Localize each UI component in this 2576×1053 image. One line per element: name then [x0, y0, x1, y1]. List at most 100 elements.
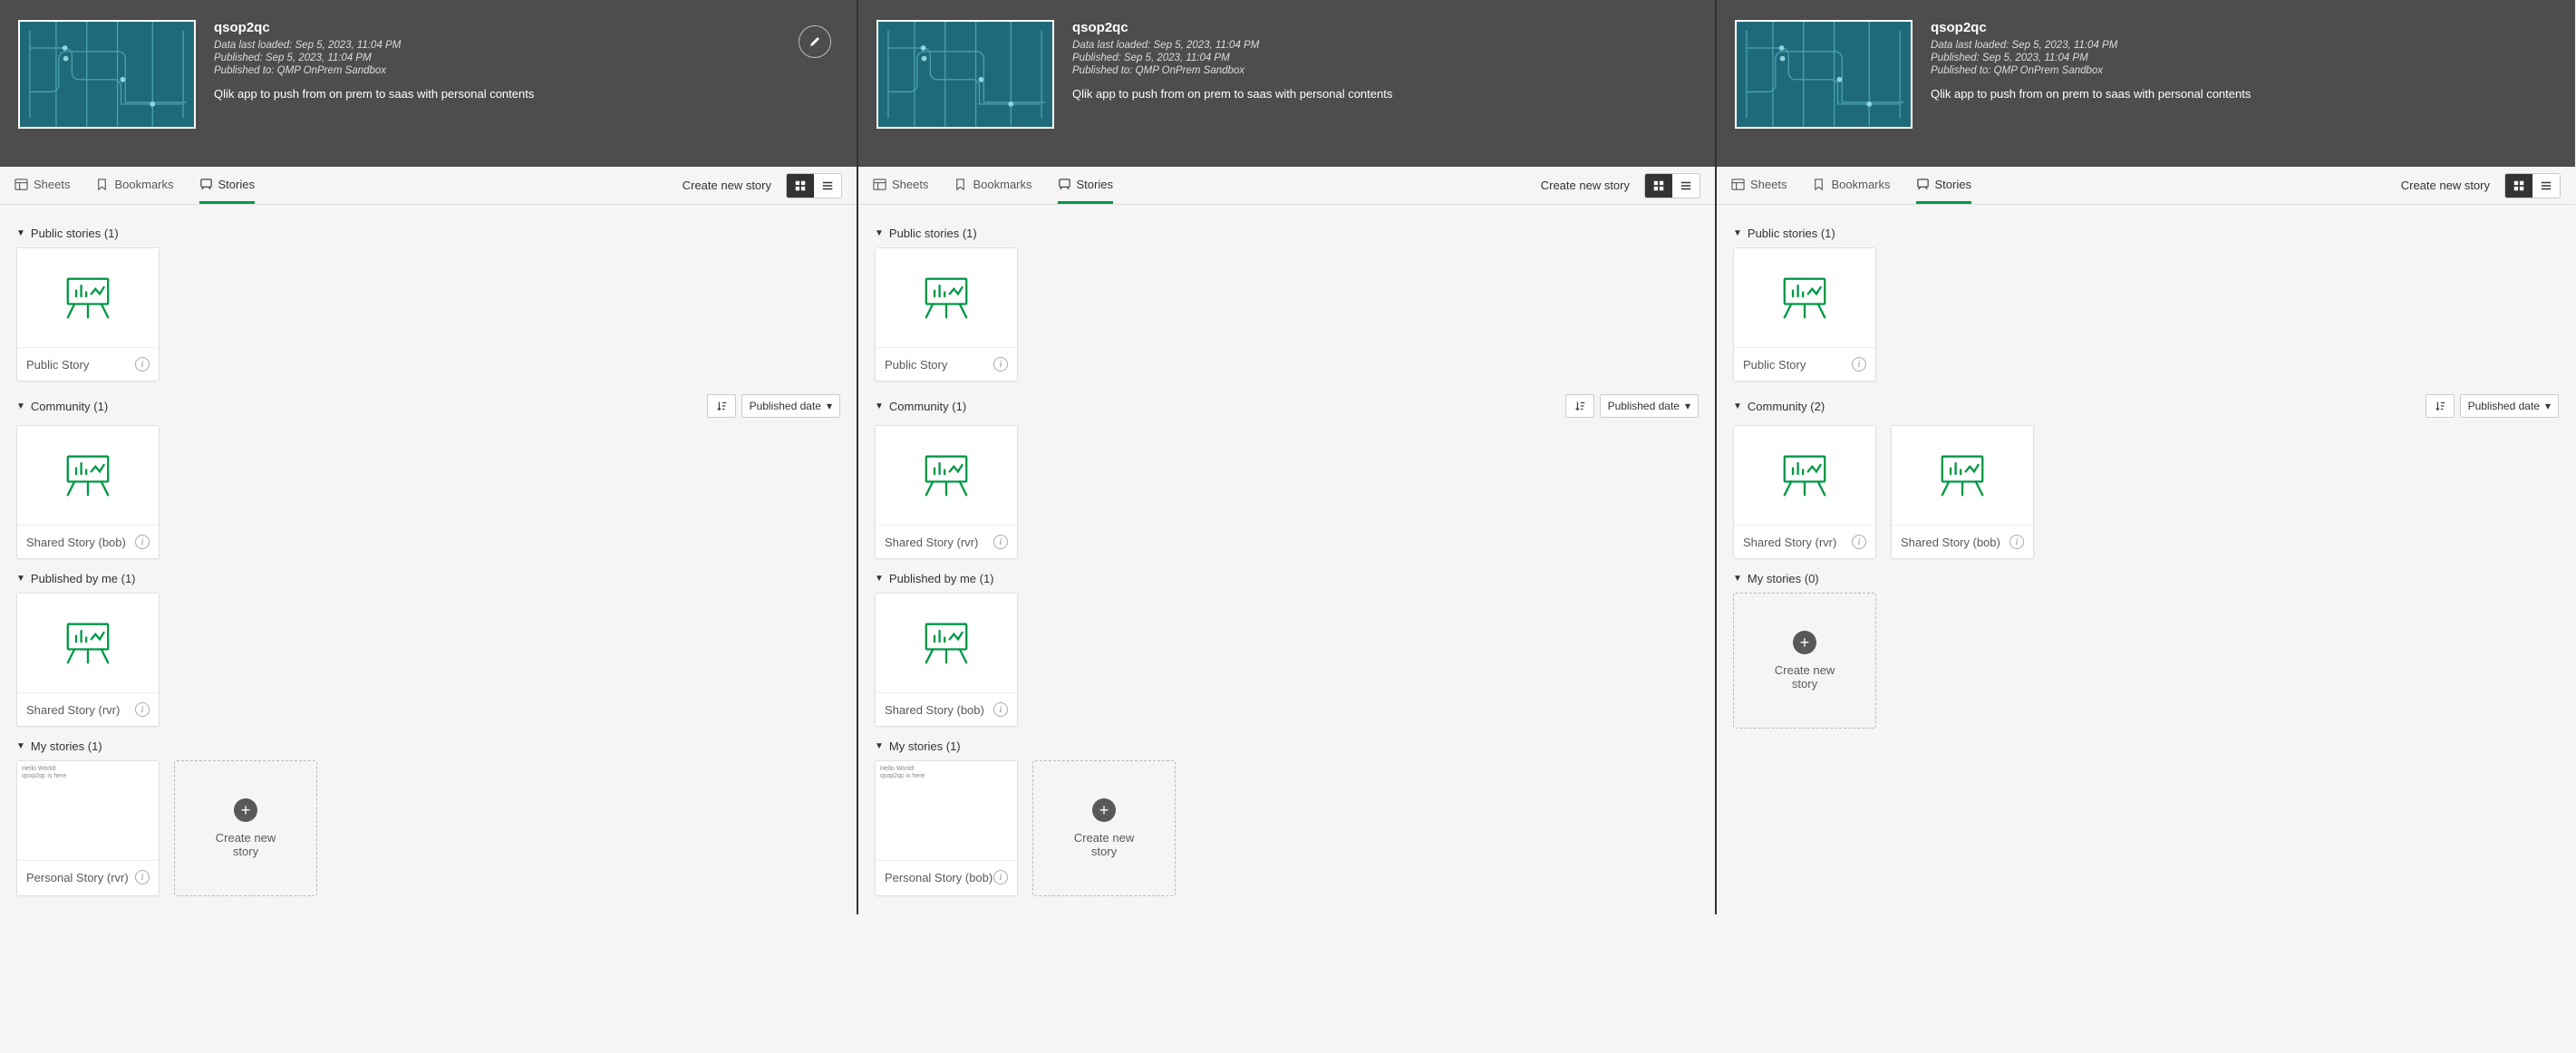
tab-stories[interactable]: Stories — [1916, 167, 1971, 204]
edit-app-button[interactable] — [799, 25, 831, 58]
story-label-row: Public Story i — [876, 348, 1017, 381]
section-header-mine[interactable]: ▼ My stories (1) — [16, 739, 840, 753]
info-icon[interactable]: i — [135, 870, 150, 884]
caret-down-icon: ▼ — [16, 401, 25, 411]
create-story-link[interactable]: Create new story — [2401, 179, 2490, 192]
tab-sheets-label: Sheets — [892, 178, 928, 191]
info-icon[interactable]: i — [993, 702, 1008, 717]
create-story-card[interactable]: + Create new story — [1032, 760, 1176, 896]
section-header-public[interactable]: ▼ Public stories (1) — [1733, 227, 2559, 240]
story-label-row: Shared Story (rvr) i — [876, 526, 1017, 558]
section-cards-mine: + Create new story — [1733, 593, 2559, 729]
caret-down-icon: ▼ — [875, 574, 884, 584]
panel: qsop2qc Data last loaded: Sep 5, 2023, 1… — [0, 0, 858, 914]
story-label-row: Shared Story (bob) i — [876, 693, 1017, 726]
app-meta: qsop2qc Data last loaded: Sep 5, 2023, 1… — [214, 20, 534, 129]
story-card[interactable]: Shared Story (rvr) i — [16, 593, 160, 727]
section-header-mine[interactable]: ▼ My stories (1) — [875, 739, 1699, 753]
app-meta: qsop2qc Data last loaded: Sep 5, 2023, 1… — [1072, 20, 1392, 129]
tab-sheets[interactable]: Sheets — [15, 167, 70, 204]
view-list-button[interactable] — [2532, 174, 2560, 198]
sort-direction-button[interactable] — [1565, 394, 1594, 418]
tab-sheets[interactable]: Sheets — [873, 167, 928, 204]
tab-stories[interactable]: Stories — [1058, 167, 1113, 204]
info-icon[interactable]: i — [1852, 357, 1866, 372]
sort-icon — [2434, 400, 2446, 412]
story-card[interactable]: Public Story i — [875, 247, 1018, 382]
caret-down-icon: ▼ — [16, 574, 25, 584]
sheets-icon — [15, 178, 28, 191]
story-label: Public Story — [1743, 358, 1806, 372]
story-card[interactable]: Shared Story (bob) i — [16, 425, 160, 559]
section-cards-mine: Hello World!qsop2qc is here Personal Sto… — [16, 760, 840, 896]
sort-field-dropdown[interactable]: Published date ▾ — [2460, 394, 2559, 418]
info-icon[interactable]: i — [2009, 535, 2024, 549]
section-header-mine[interactable]: ▼ My stories (0) — [1733, 572, 2559, 585]
view-list-button[interactable] — [1672, 174, 1700, 198]
info-icon[interactable]: i — [993, 357, 1008, 372]
sort-field-dropdown[interactable]: Published date ▾ — [741, 394, 840, 418]
tab-sheets-label: Sheets — [34, 178, 70, 191]
app-meta: qsop2qc Data last loaded: Sep 5, 2023, 1… — [1931, 20, 2251, 129]
sort-direction-button[interactable] — [2426, 394, 2455, 418]
sort-field-dropdown[interactable]: Published date ▾ — [1600, 394, 1699, 418]
story-card[interactable]: Public Story i — [16, 247, 160, 382]
story-card[interactable]: Shared Story (rvr) i — [1733, 425, 1876, 559]
section-header-byme[interactable]: ▼ Published by me (1) — [875, 572, 1699, 585]
create-story-link[interactable]: Create new story — [1541, 179, 1630, 192]
grid-icon — [2513, 179, 2525, 192]
story-label: Shared Story (bob) — [26, 536, 126, 549]
app-loaded: Data last loaded: Sep 5, 2023, 11:04 PM — [1072, 40, 1392, 51]
section-header-community[interactable]: ▼ Community (1) Published date ▾ — [16, 394, 840, 418]
easel-icon — [1937, 453, 1988, 498]
view-grid-button[interactable] — [787, 174, 814, 198]
caret-down-icon: ▼ — [16, 228, 25, 238]
bookmark-icon — [95, 178, 109, 191]
view-list-button[interactable] — [814, 174, 841, 198]
story-card[interactable]: Shared Story (bob) i — [1891, 425, 2034, 559]
info-icon[interactable]: i — [135, 702, 150, 717]
caret-down-icon: ▼ — [1733, 228, 1742, 238]
view-grid-button[interactable] — [2505, 174, 2532, 198]
content: ▼ Public stories (1) Public Story i ▼ Co… — [858, 205, 1715, 914]
section-title: My stories (1) — [31, 739, 102, 753]
section-header-community[interactable]: ▼ Community (1) Published date ▾ — [875, 394, 1699, 418]
create-story-card[interactable]: + Create new story — [174, 760, 317, 896]
story-card[interactable]: Shared Story (rvr) i — [875, 425, 1018, 559]
info-icon[interactable]: i — [135, 535, 150, 549]
create-story-card[interactable]: + Create new story — [1733, 593, 1876, 729]
tab-stories[interactable]: Stories — [199, 167, 255, 204]
story-card[interactable]: Hello World!qsop2qc is here Personal Sto… — [875, 760, 1018, 896]
app-description: Qlik app to push from on prem to saas wi… — [214, 87, 534, 101]
info-icon[interactable]: i — [135, 357, 150, 372]
content: ▼ Public stories (1) Public Story i ▼ Co… — [1717, 205, 2575, 747]
story-thumb-text: Hello World!qsop2qc is here — [17, 761, 159, 861]
info-icon[interactable]: i — [993, 535, 1008, 549]
story-card[interactable]: Hello World!qsop2qc is here Personal Sto… — [16, 760, 160, 896]
sort-direction-button[interactable] — [707, 394, 736, 418]
info-icon[interactable]: i — [1852, 535, 1866, 549]
tab-bookmarks[interactable]: Bookmarks — [95, 167, 173, 204]
story-label: Public Story — [885, 358, 947, 372]
tab-stories-label: Stories — [1935, 178, 1971, 191]
story-label: Personal Story (bob) — [885, 871, 993, 884]
sort-field-label: Published date — [750, 400, 821, 412]
section-header-community[interactable]: ▼ Community (2) Published date ▾ — [1733, 394, 2559, 418]
story-card[interactable]: Public Story i — [1733, 247, 1876, 382]
info-icon[interactable]: i — [993, 870, 1008, 884]
tab-sheets[interactable]: Sheets — [1731, 167, 1787, 204]
tab-bookmarks[interactable]: Bookmarks — [1812, 167, 1890, 204]
section-header-public[interactable]: ▼ Public stories (1) — [875, 227, 1699, 240]
create-story-link[interactable]: Create new story — [683, 179, 771, 192]
story-card[interactable]: Shared Story (bob) i — [875, 593, 1018, 727]
tab-bookmarks[interactable]: Bookmarks — [954, 167, 1031, 204]
story-label-row: Shared Story (rvr) i — [17, 693, 159, 726]
section-header-byme[interactable]: ▼ Published by me (1) — [16, 572, 840, 585]
section-header-public[interactable]: ▼ Public stories (1) — [16, 227, 840, 240]
app-description: Qlik app to push from on prem to saas wi… — [1072, 87, 1392, 101]
view-grid-button[interactable] — [1645, 174, 1672, 198]
section-title: Community (2) — [1748, 400, 1825, 413]
create-card-label: Create new story — [205, 831, 286, 858]
story-label: Shared Story (rvr) — [26, 703, 120, 717]
tab-bookmarks-label: Bookmarks — [973, 178, 1031, 191]
